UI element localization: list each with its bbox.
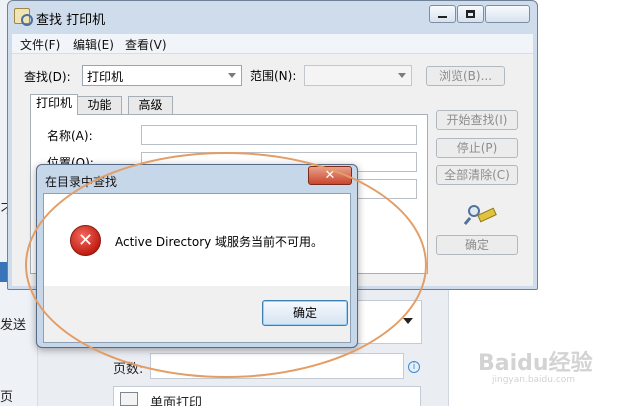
- menubar: 文件(F) 编辑(E) 查看(V): [12, 34, 533, 54]
- menu-file[interactable]: 文件(F): [20, 36, 60, 53]
- find-label: 查找(D):: [24, 70, 71, 84]
- search-animation-icon: [463, 203, 498, 227]
- tab-features[interactable]: 功能: [77, 96, 122, 114]
- error-dialog-title: 在目录中查找: [45, 175, 118, 189]
- chevron-down-icon: [403, 318, 413, 324]
- error-dialog-ok-button[interactable]: 确定: [262, 300, 348, 326]
- name-label: 名称(A):: [47, 129, 93, 143]
- background-left-page: 页: [0, 390, 14, 405]
- background-printer-dropdown[interactable]: [348, 300, 422, 344]
- scope-label: 范围(N):: [250, 69, 297, 83]
- pages-input[interactable]: [150, 353, 404, 379]
- error-icon: ✕: [70, 225, 101, 256]
- baidu-url: jingyan.baidu.com: [492, 375, 576, 385]
- name-input[interactable]: [141, 125, 417, 145]
- error-dialog-close-button[interactable]: ✕: [308, 166, 352, 185]
- chevron-down-icon: [398, 73, 406, 78]
- error-message: Active Directory 域服务当前不可用。: [115, 235, 324, 249]
- magnifier-handle: [463, 216, 472, 226]
- error-message-area: ✕ Active Directory 域服务当前不可用。: [44, 194, 350, 286]
- find-window-title: 查找 打印机: [36, 13, 106, 28]
- info-icon[interactable]: i: [408, 361, 420, 373]
- find-type-select[interactable]: 打印机: [82, 65, 242, 86]
- stop-button[interactable]: 停止(P): [436, 138, 518, 158]
- find-window-titlebar[interactable]: 查找 打印机: [8, 1, 537, 33]
- baidu-watermark: Baidu经验 jingyan.baidu.com: [478, 345, 593, 385]
- maximize-button[interactable]: [457, 5, 484, 23]
- menu-view[interactable]: 查看(V): [125, 36, 167, 53]
- close-button[interactable]: [485, 5, 530, 23]
- background-left-send[interactable]: 发送: [0, 314, 26, 333]
- menu-edit[interactable]: 编辑(E): [73, 36, 114, 53]
- start-search-button[interactable]: 开始查找(I): [436, 110, 518, 130]
- single-side-print-option[interactable]: 单面打印: [113, 386, 421, 406]
- scope-select[interactable]: [304, 65, 412, 86]
- error-dialog-body: ✕ Active Directory 域服务当前不可用。 确定: [43, 193, 351, 343]
- chevron-down-icon: [228, 73, 236, 78]
- tab-advanced[interactable]: 高级: [128, 96, 173, 114]
- find-type-value: 打印机: [87, 70, 124, 84]
- browse-button[interactable]: 浏览(B)...: [426, 66, 505, 86]
- single-side-label: 单面打印: [150, 396, 203, 406]
- tab-printer[interactable]: 打印机: [30, 94, 78, 115]
- baidu-logo: Baidu经验: [478, 351, 593, 376]
- page-icon: [120, 392, 138, 406]
- pages-label: 页数:: [113, 362, 144, 377]
- minimize-button[interactable]: [429, 5, 456, 23]
- find-printer-icon: [14, 8, 33, 26]
- flashlight-icon: [477, 207, 497, 223]
- find-ok-button[interactable]: 确定: [436, 235, 518, 255]
- error-dialog: 在目录中查找 ✕ ✕ Active Directory 域服务当前不可用。 确定: [36, 164, 358, 348]
- clear-all-button[interactable]: 全部清除(C): [436, 165, 518, 185]
- maximize-icon: [466, 10, 475, 18]
- minimize-icon: [438, 16, 447, 18]
